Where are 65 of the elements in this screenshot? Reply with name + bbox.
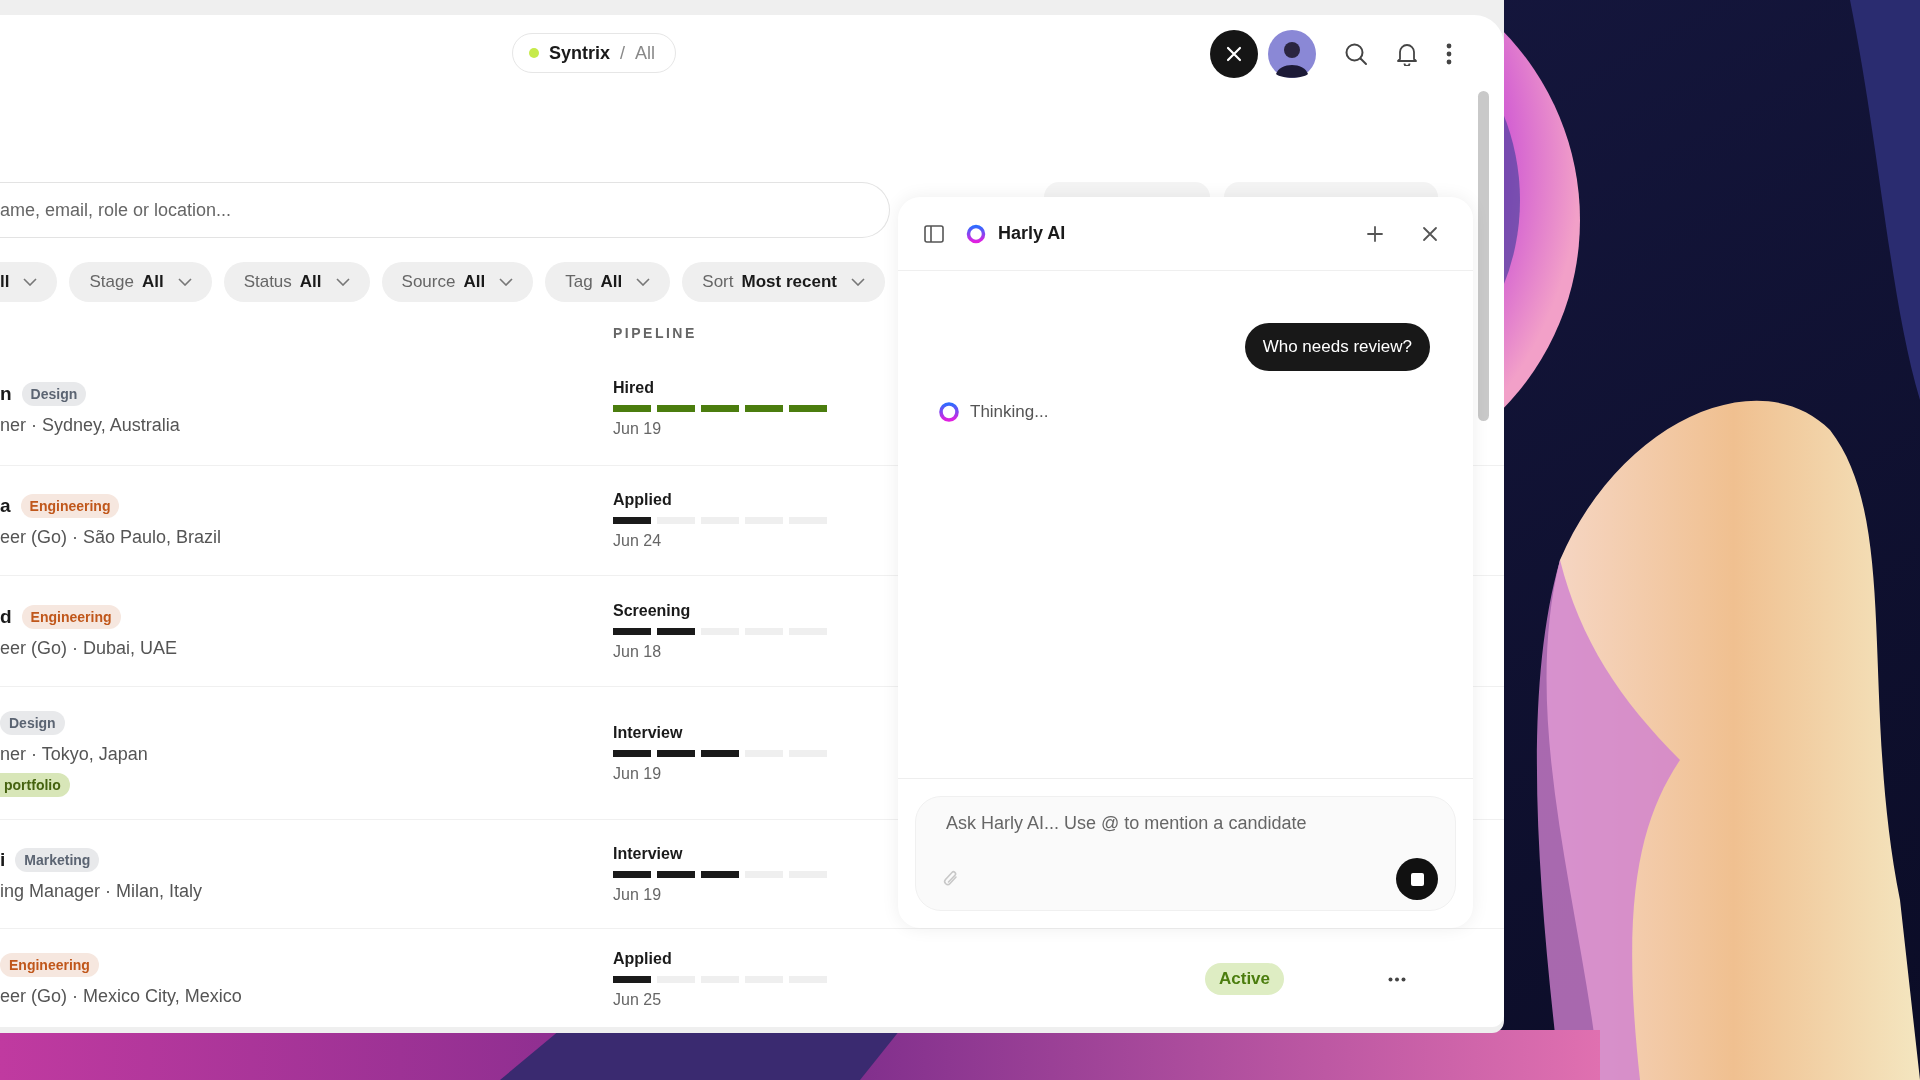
stage-date: Jun 25 [613,990,662,1009]
more-icon[interactable] [1388,976,1406,982]
panel-title: Harly AI [998,223,1066,244]
user-message: Who needs review? [1244,323,1430,371]
chevron-icon [499,278,514,286]
stage-label: Applied [613,949,672,968]
chevron-icon [23,278,38,286]
department-tag: Engineering [20,494,120,518]
candidate-role: ing Manager · Milan, Italy [0,880,204,902]
filter-dropdown[interactable]: Stage All [69,262,212,302]
filter-dropdown[interactable]: Source All [381,262,534,302]
chevron-icon [335,278,350,286]
stage-date: Jun 18 [613,642,662,661]
sidebar-icon[interactable] [924,224,944,243]
more-icon[interactable] [1446,43,1452,65]
plus-icon[interactable] [1366,224,1384,243]
scrollbar[interactable] [1478,91,1489,421]
filter-dropdown[interactable]: Tag All [545,262,671,302]
ring-icon [966,223,986,244]
message-input[interactable]: Ask Harly AI... Use @ to mention a candidate [946,813,1438,834]
department-tag: Design [0,710,65,735]
department-tag: Engineering [21,604,121,629]
stage-label: Screening [613,601,691,620]
candidate-name[interactable]: d [0,605,12,628]
stage-label: Hired [613,379,654,397]
candidate-name[interactable]: n [0,383,12,405]
filter-dropdown[interactable]: Status All [223,262,370,302]
search-icon[interactable] [1344,42,1368,66]
stage-date: Jun 24 [613,532,662,550]
chevron-icon [177,278,192,286]
stage-date: Jun 19 [613,885,662,904]
search-field[interactable]: ame, email, role or location... [0,182,890,238]
stage-date: Jun 19 [613,764,662,783]
close-button[interactable] [1210,30,1258,78]
breadcrumb-separator: / [620,42,626,64]
stage-label: Applied [613,491,672,509]
chevron-icon [636,278,651,286]
bell-icon[interactable] [1396,42,1418,66]
stop-button[interactable] [1396,858,1438,900]
candidate-role: eer (Go) · Dubai, UAE [0,637,179,659]
department-tag: Marketing [15,847,100,872]
close-icon[interactable] [1422,225,1438,242]
workspace-name[interactable]: Syntrix [549,42,611,64]
stage-date: Jun 19 [613,420,662,438]
stage-label: Interview [613,844,683,863]
candidate-role: eer (Go) · Mexico City, Mexico [0,985,243,1007]
stage-label: Interview [613,723,683,742]
chevron-icon [850,278,865,286]
view-name[interactable]: All [635,42,656,64]
candidate-role: eer (Go) · São Paulo, Brazil [0,527,223,548]
status-badge: Active [1205,963,1285,995]
thinking-status: Thinking... [970,402,1049,422]
candidate-role: ner · Sydney, Australia [0,415,181,436]
close-icon [1225,45,1243,63]
filter-dropdown[interactable]: Sort Most recent [682,262,885,302]
filter-dropdown[interactable]: ll [0,262,58,302]
candidate-name[interactable]: i [0,848,6,871]
candidate-name[interactable]: a [0,495,11,517]
department-tag: Design [21,382,87,406]
avatar[interactable] [1268,30,1316,78]
candidate-role: ner · Tokyo, Japan [0,743,149,765]
ring-icon [938,401,960,423]
department-tag: Engineering [0,952,99,977]
column-header: PIPELINE [613,325,697,341]
note-tag: portfolio [0,772,70,797]
